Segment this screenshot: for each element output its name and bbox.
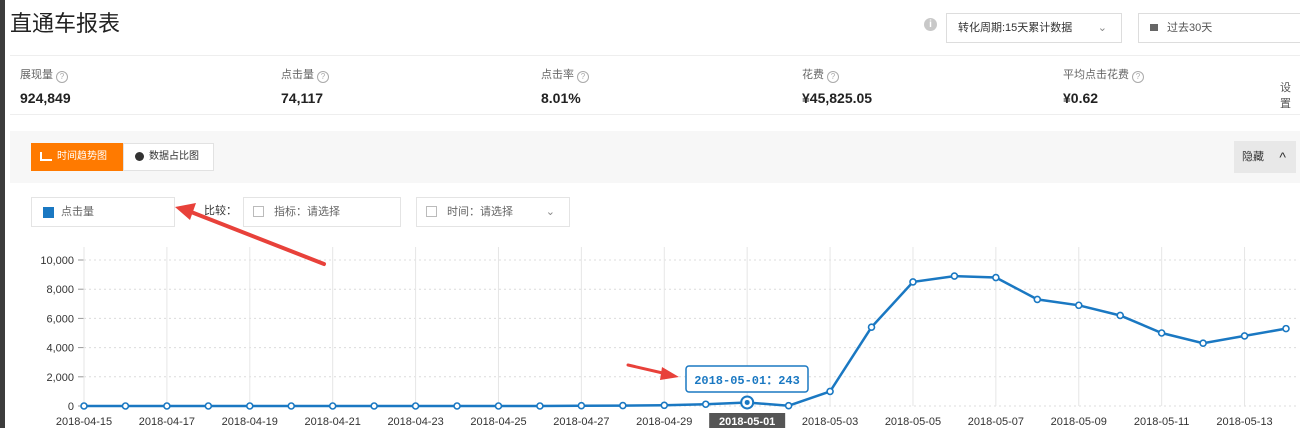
y-tick-label: 0	[68, 401, 74, 413]
y-tick-label: 2,000	[46, 372, 74, 384]
x-tick-label: 2018-04-17	[139, 416, 195, 428]
x-tick-label: 2018-05-13	[1216, 416, 1272, 428]
data-point[interactable]	[1074, 301, 1083, 310]
data-point[interactable]	[1157, 329, 1166, 337]
x-tick-label: 2018-05-05	[885, 416, 941, 428]
data-point[interactable]	[1240, 332, 1249, 340]
data-point[interactable]	[950, 272, 959, 280]
data-point[interactable]	[80, 402, 88, 410]
data-point[interactable]	[992, 273, 1000, 282]
x-tick-label: 2018-04-19	[222, 416, 278, 428]
data-point[interactable]	[660, 401, 669, 410]
tooltip-text: 2018-05-01：243	[694, 374, 800, 388]
series-line	[84, 274, 1287, 408]
annotation-arrowhead	[660, 367, 679, 380]
x-tick-label: 2018-04-27	[553, 416, 609, 428]
x-tick-label: 2018-04-15	[56, 416, 112, 428]
data-point[interactable]	[1282, 324, 1290, 333]
data-point[interactable]	[909, 278, 917, 286]
data-point[interactable]	[1116, 311, 1125, 320]
data-point[interactable]	[204, 402, 213, 410]
y-tick-label: 10,000	[40, 255, 74, 267]
x-tick-label: 2018-04-23	[387, 416, 443, 428]
x-tick-label: 2018-05-11	[1134, 416, 1189, 428]
y-tick-label: 6,000	[46, 313, 74, 325]
data-point[interactable]	[494, 402, 503, 410]
x-tick-label: 2018-04-21	[305, 416, 361, 428]
data-point[interactable]	[287, 402, 296, 410]
x-tick-label: 2018-04-29	[636, 416, 692, 428]
x-tick-label: 2018-04-25	[470, 416, 526, 428]
data-point[interactable]	[328, 402, 337, 410]
x-tick-label: 2018-05-07	[968, 416, 1024, 428]
data-point[interactable]	[245, 402, 254, 410]
data-point[interactable]	[536, 402, 544, 410]
y-tick-label: 8,000	[46, 284, 74, 296]
data-point[interactable]	[701, 400, 710, 409]
data-point[interactable]	[453, 402, 461, 410]
annotation-arrowhead	[175, 203, 196, 220]
data-point[interactable]	[577, 401, 586, 410]
x-tick-label: 2018-05-09	[1051, 416, 1107, 428]
x-tick-label: 2018-05-01	[719, 416, 775, 428]
annotation-arrow	[184, 208, 326, 266]
data-point[interactable]	[867, 323, 876, 331]
highlight-point-core	[744, 399, 750, 405]
data-point[interactable]	[826, 387, 834, 396]
data-point[interactable]	[370, 402, 378, 410]
data-point[interactable]	[1199, 339, 1207, 348]
data-point[interactable]	[411, 402, 420, 410]
x-tick-label: 2018-05-03	[802, 416, 858, 428]
data-point[interactable]	[784, 401, 793, 410]
data-point[interactable]	[619, 401, 627, 410]
data-point[interactable]	[1033, 295, 1042, 304]
clicks-trend-chart: 0 2,000 4,000 6,000 8,000 10,000 2018-04-15 20…	[40, 203, 1296, 428]
data-point[interactable]	[121, 402, 130, 410]
y-tick-label: 4,000	[46, 343, 74, 355]
data-point[interactable]	[163, 402, 171, 410]
